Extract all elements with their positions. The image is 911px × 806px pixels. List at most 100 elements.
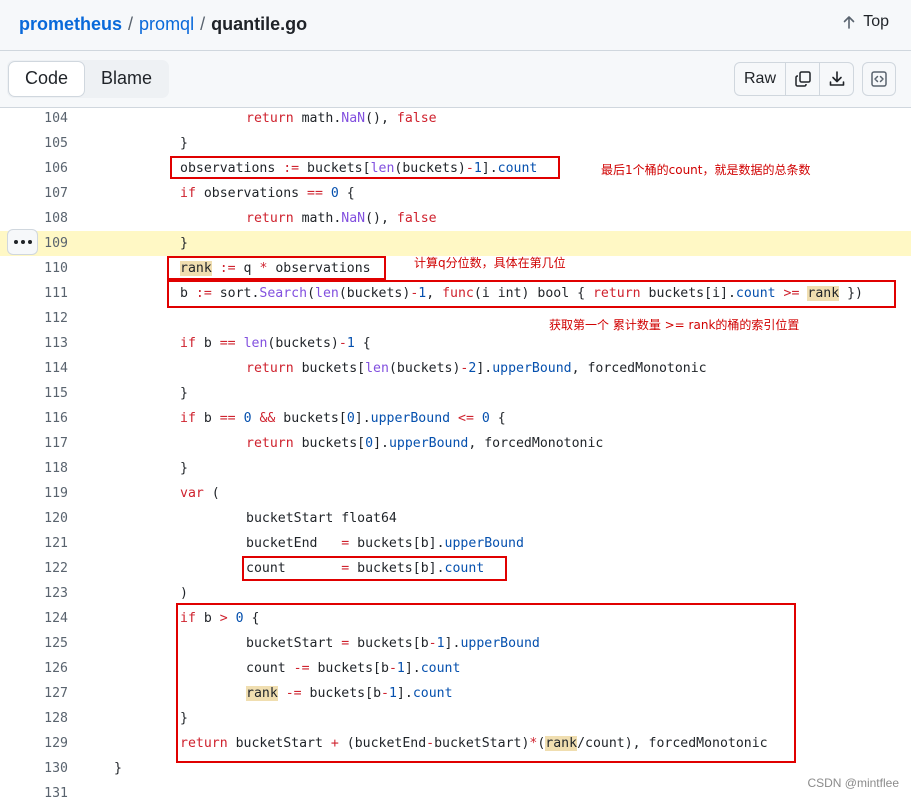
line-number[interactable]: 111 bbox=[20, 281, 68, 306]
tab-code[interactable]: Code bbox=[8, 61, 86, 97]
code-line[interactable]: 115} bbox=[0, 381, 911, 406]
line-number[interactable]: 113 bbox=[20, 331, 68, 356]
line-number[interactable]: 115 bbox=[20, 381, 68, 406]
line-number[interactable]: 122 bbox=[20, 556, 68, 581]
breadcrumb-current-file: quantile.go bbox=[211, 14, 308, 34]
ellipsis-icon bbox=[27, 240, 32, 244]
line-number[interactable]: 120 bbox=[20, 506, 68, 531]
line-number[interactable]: 126 bbox=[20, 656, 68, 681]
code-token: 0 bbox=[330, 186, 339, 201]
code-line-text: bucketEnd = buckets[b].upperBound bbox=[114, 531, 524, 556]
code-token: == bbox=[307, 186, 323, 201]
code-line[interactable]: 104 return math.NaN(), false bbox=[0, 106, 911, 131]
line-number[interactable]: 123 bbox=[20, 581, 68, 606]
symbols-panel-button[interactable] bbox=[862, 62, 896, 96]
code-line-text: return math.NaN(), false bbox=[114, 106, 437, 131]
line-number[interactable]: 112 bbox=[20, 306, 68, 331]
tab-blame[interactable]: Blame bbox=[85, 61, 168, 97]
code-line-text: bucketStart float64 bbox=[114, 506, 397, 531]
code-token: 0 bbox=[243, 411, 252, 426]
annotation-box-search bbox=[167, 280, 896, 308]
line-number[interactable]: 106 bbox=[20, 156, 68, 181]
line-number[interactable]: 114 bbox=[20, 356, 68, 381]
breadcrumb-separator: / bbox=[200, 14, 206, 34]
code-line[interactable]: 116 if b == 0 && buckets[0].upperBound <=… bbox=[0, 406, 911, 431]
line-number[interactable]: 105 bbox=[20, 131, 68, 156]
code-line[interactable]: 105} bbox=[0, 131, 911, 156]
line-number[interactable]: 131 bbox=[20, 781, 68, 806]
code-token: return bbox=[246, 111, 294, 126]
code-line-text: var ( bbox=[114, 481, 220, 506]
code-token: { bbox=[338, 186, 355, 201]
code-square-icon bbox=[871, 71, 887, 87]
top-button[interactable]: Top bbox=[841, 13, 889, 31]
code-token: upperBound bbox=[370, 411, 451, 426]
code-token: (), bbox=[365, 211, 397, 226]
code-line[interactable]: 108 return math.NaN(), false bbox=[0, 206, 911, 231]
arrow-up-icon bbox=[843, 16, 855, 29]
code-line-text: } bbox=[114, 456, 188, 481]
code-token: upperBound bbox=[492, 361, 572, 376]
line-number[interactable]: 125 bbox=[20, 631, 68, 656]
code-line[interactable]: 114 return buckets[len(buckets)-2].upperB… bbox=[0, 356, 911, 381]
code-token: false bbox=[396, 211, 437, 226]
line-number[interactable]: 117 bbox=[20, 431, 68, 456]
code-token: math. bbox=[293, 211, 342, 226]
line-number[interactable]: 129 bbox=[20, 731, 68, 756]
copy-raw-button[interactable] bbox=[786, 63, 820, 95]
annotation-note-rank: 计算q分位数，具体在第几位 bbox=[414, 256, 566, 270]
line-options-button[interactable] bbox=[7, 229, 38, 255]
line-number[interactable]: 128 bbox=[20, 706, 68, 731]
code-token: b bbox=[195, 336, 220, 351]
code-line-text: if b == len(buckets)-1 { bbox=[114, 331, 371, 356]
download-button[interactable] bbox=[820, 63, 853, 95]
breadcrumb-separator: / bbox=[128, 14, 134, 34]
annotation-note-search: 获取第一个 累计数量 >= rank的桶的索引位置 bbox=[549, 318, 800, 332]
file-header: prometheus / promql / quantile.go Top bbox=[0, 0, 911, 51]
ellipsis-icon bbox=[13, 240, 18, 244]
code-token: } bbox=[180, 386, 188, 401]
line-number[interactable]: 119 bbox=[20, 481, 68, 506]
code-token: ]. bbox=[354, 411, 371, 426]
code-token: if bbox=[180, 336, 196, 351]
line-number[interactable]: 107 bbox=[20, 181, 68, 206]
code-line[interactable]: 117 return buckets[0].upperBound, forcedM… bbox=[0, 431, 911, 456]
line-number[interactable]: 124 bbox=[20, 606, 68, 631]
line-number[interactable]: 110 bbox=[20, 256, 68, 281]
code-line[interactable]: 131 bbox=[0, 781, 911, 806]
code-line-text: if b == 0 && buckets[0].upperBound <= 0 … bbox=[114, 406, 506, 431]
code-token: b bbox=[195, 411, 220, 426]
code-line[interactable]: 120 bucketStart float64 bbox=[0, 506, 911, 531]
code-line[interactable]: 107 if observations == 0 { bbox=[0, 181, 911, 206]
code-token: upperBound bbox=[388, 436, 469, 451]
code-line[interactable]: 118} bbox=[0, 456, 911, 481]
copy-icon bbox=[794, 71, 811, 87]
code-line-text: return buckets[0].upperBound, forcedMono… bbox=[114, 431, 603, 456]
line-number[interactable]: 104 bbox=[20, 106, 68, 131]
code-token: return bbox=[246, 436, 294, 451]
line-number[interactable]: 130 bbox=[20, 756, 68, 781]
code-line[interactable]: 121 bucketEnd = buckets[b].upperBound bbox=[0, 531, 911, 556]
line-number[interactable]: 108 bbox=[20, 206, 68, 231]
line-number[interactable]: 121 bbox=[20, 531, 68, 556]
breadcrumb-repo-link[interactable]: prometheus bbox=[19, 14, 122, 34]
code-line[interactable]: 113 if b == len(buckets)-1 { bbox=[0, 331, 911, 356]
code-token: { bbox=[354, 336, 371, 351]
raw-button[interactable]: Raw bbox=[735, 63, 786, 95]
line-number[interactable]: 116 bbox=[20, 406, 68, 431]
annotation-box-count bbox=[242, 556, 507, 581]
code-token: buckets[b]. bbox=[349, 536, 445, 551]
code-token: var bbox=[180, 486, 204, 501]
code-token: return bbox=[246, 211, 294, 226]
code-token: buckets[ bbox=[275, 411, 347, 426]
line-number[interactable]: 118 bbox=[20, 456, 68, 481]
code-token: NaN bbox=[341, 111, 366, 126]
code-line[interactable]: 119 var ( bbox=[0, 481, 911, 506]
line-number[interactable]: 127 bbox=[20, 681, 68, 706]
code-line[interactable]: 109} bbox=[0, 231, 911, 256]
breadcrumb-dir-link[interactable]: promql bbox=[139, 14, 194, 34]
